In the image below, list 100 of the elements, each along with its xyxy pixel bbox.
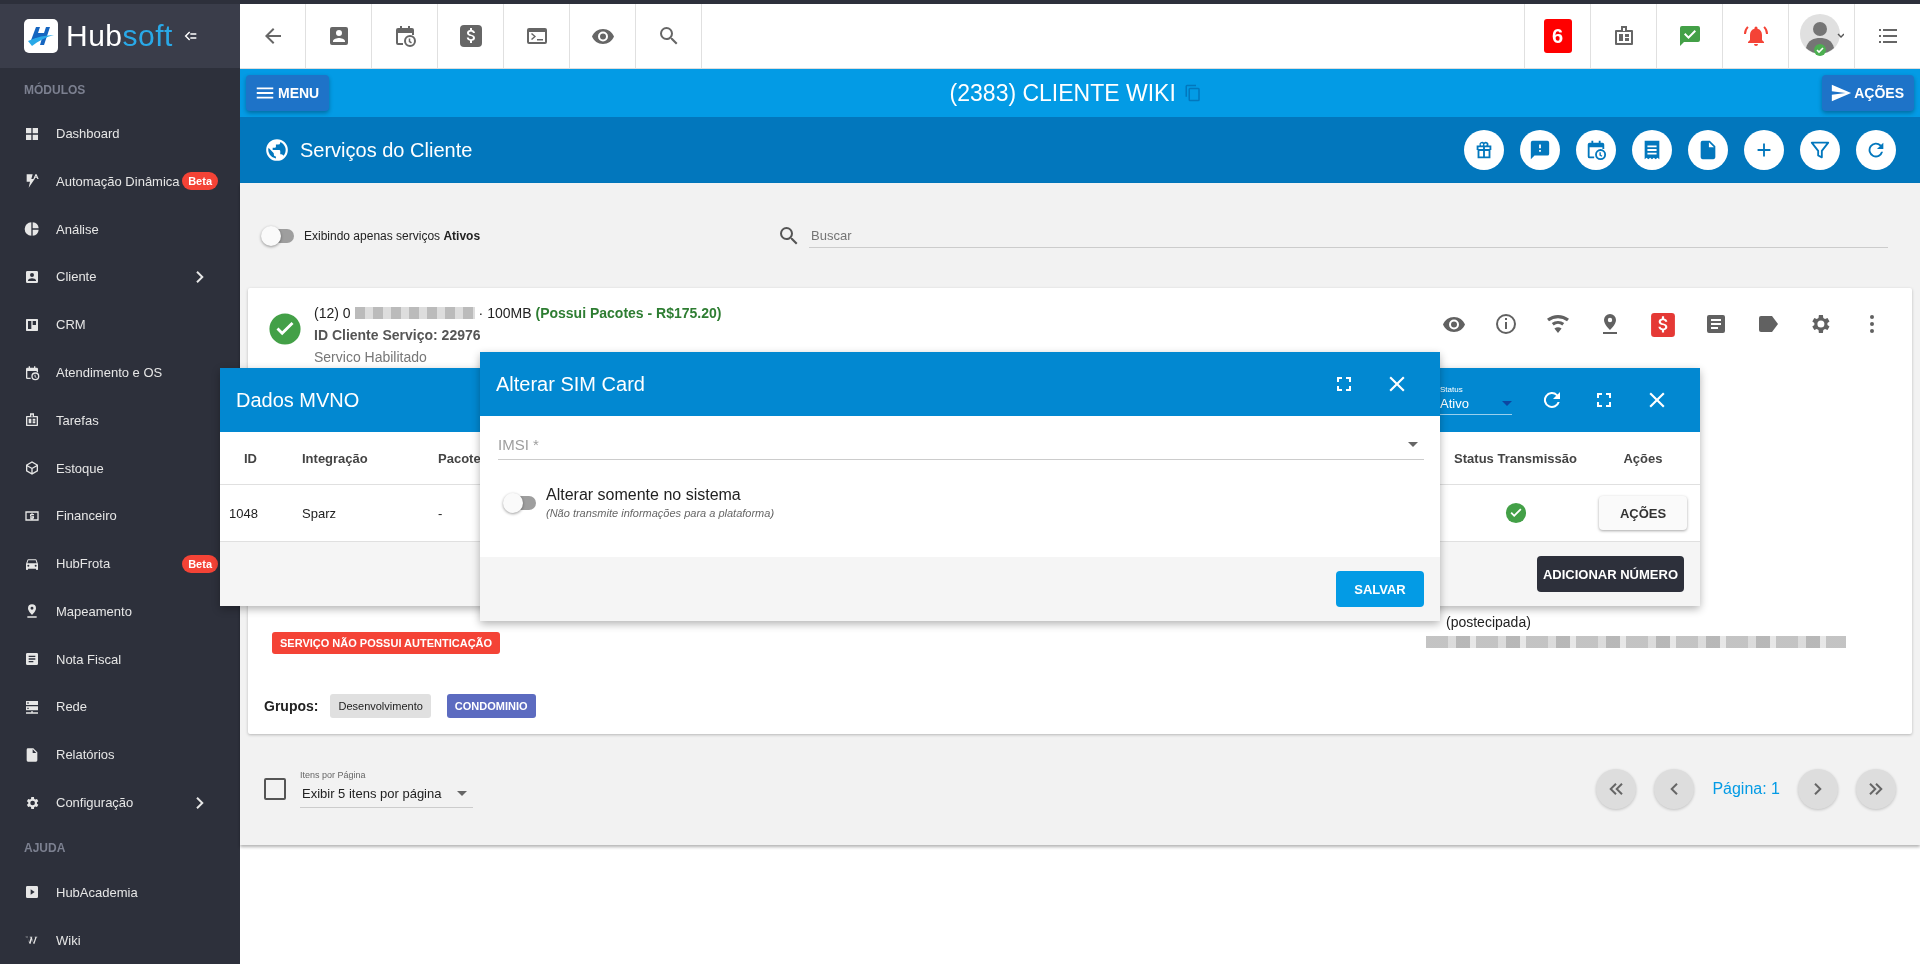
sidebar-item[interactable]: HubAcademia [0, 868, 218, 917]
billing-note: (postecipada) [1445, 614, 1532, 630]
calendar-clock-button[interactable] [1576, 130, 1616, 170]
map-pin-icon [24, 603, 40, 620]
logo-icon [24, 18, 58, 53]
chat-alert-button[interactable] [1520, 130, 1560, 170]
auth-badge: SERVIÇO NÃO POSSUI AUTENTICAÇÃO [272, 632, 501, 654]
sidebar-item[interactable]: Relatórios [0, 730, 218, 779]
column-header: Status Transmissão [1454, 450, 1577, 466]
logo-text: Hubsoft [66, 18, 173, 53]
send-icon [1830, 82, 1853, 104]
group-tag: CONDOMINIO [446, 694, 536, 718]
table-cell: Sparz [302, 505, 336, 521]
sidebar-item[interactable]: Automação Dinâmica Beta [0, 157, 218, 206]
pie-chart-icon [24, 221, 40, 238]
actions-button[interactable]: AÇÕES [1822, 75, 1914, 111]
actions-button[interactable]: AÇÕES [1599, 496, 1687, 530]
box-icon [24, 460, 40, 477]
avatar-icon[interactable] [1799, 14, 1844, 58]
column-header: Integração [302, 450, 368, 466]
sidebar-item[interactable]: Configuração [0, 778, 218, 827]
chat-alert-icon [1529, 139, 1551, 161]
calendar-clock-icon [1585, 139, 1607, 161]
sidebar-item[interactable]: Tarefas [0, 396, 218, 445]
filter-icon [1809, 139, 1831, 161]
sidebar-item[interactable]: Rede [0, 683, 218, 731]
sidebar-item[interactable]: Cliente [0, 253, 218, 301]
group-tag: Desenvolvimento [330, 694, 431, 718]
caret-icon [1408, 442, 1418, 447]
caret-icon [457, 791, 468, 796]
toggle-label: Alterar somente no sistema [546, 486, 742, 504]
toggle-switch[interactable] [506, 495, 536, 510]
field-label: Status [1440, 385, 1464, 394]
file-button[interactable] [1688, 130, 1728, 170]
menu-button[interactable]: MENU [246, 75, 330, 111]
chevron-left-icon [1670, 783, 1679, 795]
caret-icon [1502, 401, 1512, 406]
packages-text: (Possui Pacotes - R$175.20) [535, 304, 722, 323]
client-title: (2383) CLIENTE WIKI [949, 79, 1176, 107]
grid-icon [24, 125, 40, 142]
board-icon [24, 316, 40, 333]
table-cell: 1048 [229, 505, 258, 521]
column-header: Pacote [438, 450, 481, 466]
beta-badge: Beta [182, 172, 218, 191]
dollar-icon[interactable] [458, 24, 483, 48]
document-icon[interactable] [1704, 312, 1728, 336]
first-page-button[interactable] [1596, 769, 1637, 809]
filter-button[interactable] [1800, 130, 1840, 170]
play-icon [24, 884, 40, 901]
table-cell: - [438, 505, 443, 521]
sidebar-item[interactable]: CRM [0, 300, 218, 349]
document-icon [24, 651, 40, 668]
checkbox[interactable] [264, 778, 286, 800]
plus-button[interactable] [1744, 130, 1784, 170]
beta-badge: Beta [182, 554, 218, 573]
file-icon [24, 746, 40, 763]
notification-count[interactable]: 6 [1543, 19, 1572, 53]
double-chevron-left-icon [1609, 783, 1624, 795]
dollar-icon[interactable] [1650, 312, 1676, 338]
info-icon[interactable] [1494, 312, 1518, 336]
sidebar-item[interactable]: Wiki [0, 916, 218, 964]
last-page-button[interactable] [1856, 769, 1896, 809]
service-status: Servico Habilitado [314, 348, 428, 367]
receipt-button[interactable] [1632, 130, 1672, 170]
double-chevron-right-icon [1869, 783, 1883, 795]
refresh-button[interactable] [1856, 130, 1896, 170]
sidebar-item[interactable]: Atendimento e OS [0, 348, 218, 397]
column-header: ID [244, 450, 257, 466]
filter-label: Exibindo apenas serviços Ativos [304, 228, 481, 243]
calendar-clock-icon [24, 364, 40, 381]
toggle-switch[interactable] [264, 228, 294, 243]
service-plan: · 100MB [478, 304, 532, 323]
sidebar-item[interactable]: HubFrota Beta [0, 539, 218, 588]
sidebar-item[interactable]: Estoque [0, 444, 218, 492]
section-label: AJUDA [23, 840, 67, 858]
section-label: MÓDULOS [23, 81, 87, 99]
search-field[interactable]: Buscar [809, 223, 1888, 248]
page-indicator: Página: 1 [1712, 780, 1780, 798]
add-number-button[interactable]: ADICIONAR NÚMERO [1536, 556, 1684, 592]
chat-check-icon[interactable] [1677, 24, 1702, 48]
dialog-title: Dados MVNO [236, 388, 360, 412]
per-page-select[interactable]: Exibir 5 itens por página [300, 784, 474, 808]
dialog-title: Alterar SIM Card [496, 372, 645, 396]
section-title: Serviços do Cliente [300, 138, 473, 162]
gift-button[interactable] [1464, 130, 1504, 170]
groups-label: Grupos: [264, 698, 319, 714]
sidebar-item[interactable]: Dashboard [0, 109, 218, 158]
server-icon [24, 698, 40, 715]
sidebar-item[interactable]: Mapeamento [0, 587, 218, 636]
globe-icon [264, 137, 290, 163]
sidebar-item[interactable]: Nota Fiscal [0, 635, 218, 684]
hint-text: (Não transmite informações para a plataforma) [546, 507, 775, 519]
field-label: Itens por Página [300, 770, 367, 780]
bell-icon[interactable] [1743, 24, 1768, 48]
sidebar-item[interactable]: Financeiro [0, 491, 218, 540]
column-header: Ações [1623, 450, 1663, 466]
briefcase-icon [24, 412, 40, 429]
check-circle-icon [268, 312, 302, 346]
sidebar-item[interactable]: Análise [0, 205, 218, 254]
service-id: ID Cliente Serviço: 22976 [314, 326, 482, 345]
